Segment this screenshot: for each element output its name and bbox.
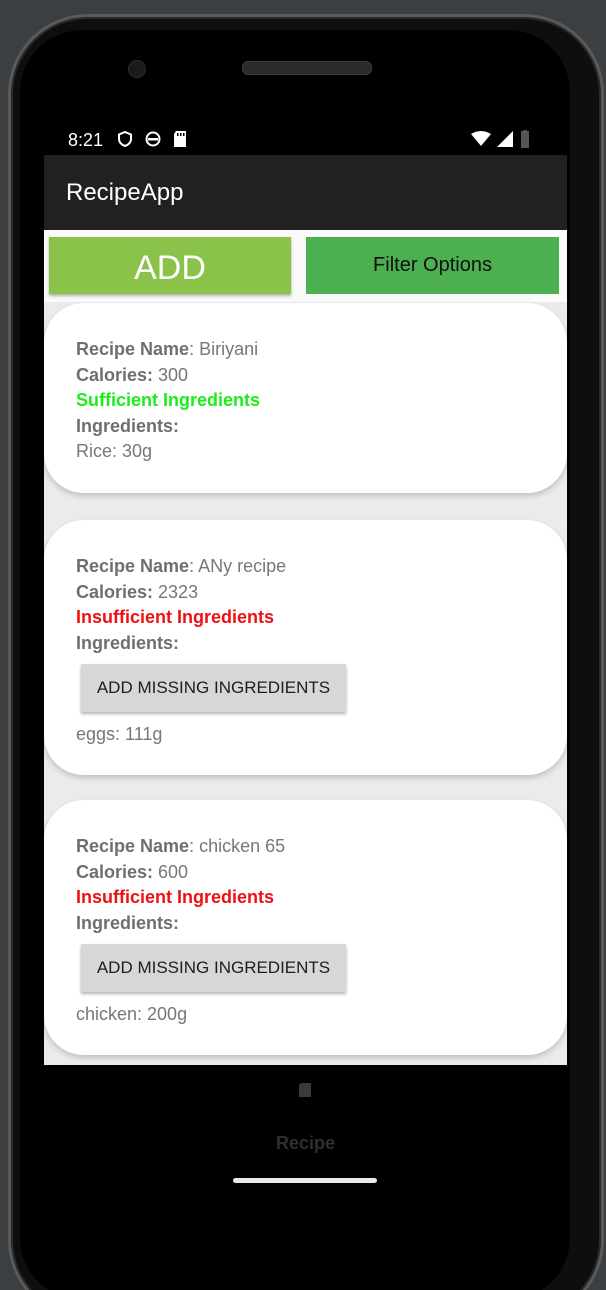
earpiece-speaker <box>242 61 372 75</box>
ingredient-item: Rice: 30g <box>76 441 153 461</box>
device-screen: 8:21 RecipeApp ADD Filter Options Recipe… <box>44 118 567 1118</box>
shield-icon <box>118 130 132 148</box>
recipe-name-row: Recipe Name: chicken 65 <box>76 834 547 860</box>
ingredients-label: Ingredients: <box>76 912 180 933</box>
ingredient-item: chicken: 200g <box>76 1004 188 1024</box>
ingredient-status: Insufficient Ingredients <box>76 607 275 627</box>
calories-row: Calories: 600 <box>76 860 547 886</box>
ingredient-status: Insufficient Ingredients <box>76 887 275 907</box>
calories-label: Calories: <box>76 581 154 602</box>
recipe-name-row: Recipe Name: Biriyani <box>76 337 547 363</box>
recipe-name-row: Recipe Name: ANy recipe <box>76 554 547 580</box>
status-icons-right <box>471 130 531 148</box>
calories-value: 600 <box>153 861 189 882</box>
ingredients-label: Ingredients: <box>76 632 180 653</box>
status-bar: 8:21 <box>44 118 567 156</box>
sd-card-icon <box>299 1083 311 1097</box>
recipe-card[interactable]: Recipe Name: ANy recipe Calories: 2323 I… <box>44 520 567 775</box>
app-toolbar: RecipeApp <box>44 155 567 230</box>
sync-icon <box>145 131 161 147</box>
emulator-window: 8:21 RecipeApp ADD Filter Options Recipe… <box>0 0 606 1290</box>
recipe-name-value: : chicken 65 <box>189 836 286 856</box>
calories-label: Calories: <box>76 861 154 882</box>
calories-row: Calories: 2323 <box>76 580 547 606</box>
recipe-name-label: Recipe Name <box>76 339 190 359</box>
nav-recipe-tab[interactable] <box>298 1082 312 1103</box>
sd-card-icon <box>174 131 186 147</box>
signal-icon <box>497 131 513 147</box>
ingredient-status: Sufficient Ingredients <box>76 390 261 410</box>
recipe-card-body: Recipe Name: ANy recipe Calories: 2323 I… <box>76 554 547 748</box>
status-icons-left <box>116 130 188 148</box>
filter-options-button[interactable]: Filter Options <box>306 237 559 294</box>
battery-icon <box>521 130 529 148</box>
calories-label: Calories: <box>76 364 154 385</box>
calories-value: 2323 <box>153 581 199 602</box>
recipe-name-label: Recipe Name <box>76 836 190 856</box>
bottom-navigation: Recipe <box>44 1065 567 1225</box>
ingredient-item: eggs: 111g <box>76 724 163 744</box>
ingredients-label: Ingredients: <box>76 415 180 436</box>
calories-value: 300 <box>153 364 189 385</box>
recipe-name-label: Recipe Name <box>76 556 190 576</box>
recipe-card-body: Recipe Name: chicken 65 Calories: 600 In… <box>76 834 547 1028</box>
recipe-card[interactable]: Recipe Name: chicken 65 Calories: 600 In… <box>44 800 567 1055</box>
action-button-row: ADD Filter Options <box>44 230 567 302</box>
front-camera <box>128 60 146 78</box>
add-missing-ingredients-button[interactable]: ADD MISSING INGREDIENTS <box>81 944 346 992</box>
recipe-name-value: : ANy recipe <box>189 556 287 576</box>
add-missing-ingredients-button[interactable]: ADD MISSING INGREDIENTS <box>81 664 346 712</box>
recipe-card-body: Recipe Name: Biriyani Calories: 300 Suff… <box>76 337 547 465</box>
nav-recipe-label[interactable]: Recipe <box>44 1133 567 1154</box>
gesture-home-bar[interactable] <box>233 1178 377 1183</box>
calories-row: Calories: 300 <box>76 363 547 389</box>
recipe-list-screen: ADD Filter Options Recipe Name: Biriyani… <box>44 230 567 1065</box>
app-title: RecipeApp <box>66 179 184 206</box>
recipe-card[interactable]: Recipe Name: Biriyani Calories: 300 Suff… <box>44 303 567 493</box>
recipe-name-value: : Biriyani <box>189 339 259 359</box>
status-time: 8:21 <box>68 130 104 150</box>
wifi-icon <box>471 131 491 146</box>
add-recipe-button[interactable]: ADD <box>49 237 291 294</box>
